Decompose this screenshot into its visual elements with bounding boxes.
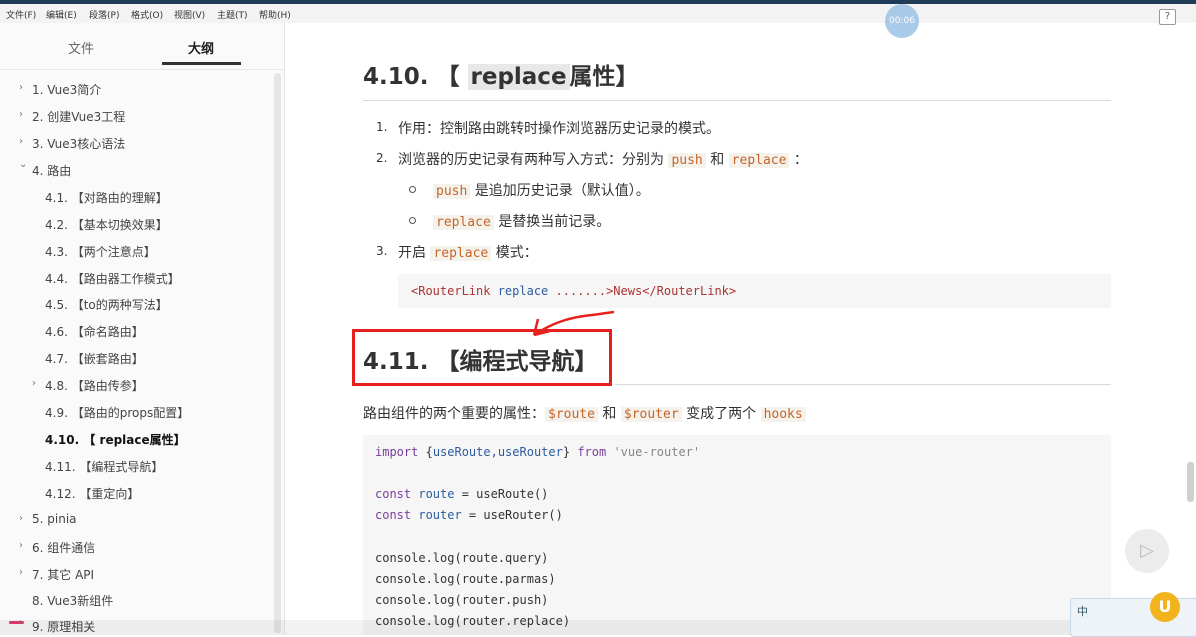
chevron-right-icon[interactable]: ›	[19, 109, 23, 120]
outline-item[interactable]: 4.3. 【两个注意点】	[45, 243, 156, 260]
outline-item[interactable]: 4. 路由	[32, 162, 71, 179]
menu-paragraph[interactable]: 段落(P)	[89, 8, 119, 21]
editor-content: 4.10. 【 replace 属性】 1. 作用：控制路由跳转时操作浏览器历史记…	[285, 23, 1196, 635]
chevron-right-icon[interactable]: ›	[19, 82, 23, 93]
outline-item[interactable]: 4.6. 【命名路由】	[45, 323, 144, 340]
list-number: 3.	[376, 244, 388, 258]
paragraph: 路由组件的两个重要的属性： $route 和 $router 变成了两个 hook…	[363, 403, 806, 423]
heading-rule	[363, 100, 1111, 101]
outline-item[interactable]: 5. pinia	[32, 512, 77, 526]
bullet-icon	[409, 217, 416, 224]
list-item: 浏览器的历史记录有两种写入方式：分别为 push 和 replace ：	[398, 152, 808, 168]
menu-edit[interactable]: 编辑(E)	[46, 8, 77, 21]
video-control-bar	[0, 620, 1196, 635]
menu-help[interactable]: 帮助(H)	[259, 8, 291, 21]
outline-item-active[interactable]: 4.10. 【 replace属性】	[45, 431, 186, 448]
outline-item[interactable]: 4.12. 【重定向】	[45, 485, 139, 502]
bullet-icon	[409, 186, 416, 193]
heading-replace: 4.10. 【 replace 属性】	[363, 64, 639, 90]
menu-view[interactable]: 视图(V)	[174, 8, 205, 21]
outline-item[interactable]: 4.5. 【to的两种写法】	[45, 296, 168, 313]
outline-item[interactable]: 4.8. 【路由传参】	[45, 377, 144, 394]
menu-file[interactable]: 文件(F)	[6, 8, 36, 21]
heading-programmatic-nav: 4.11. 【编程式导航】	[363, 349, 598, 375]
menu-theme[interactable]: 主题(T)	[217, 8, 248, 21]
code-attr: replace	[497, 284, 549, 298]
chevron-right-icon[interactable]: ›	[32, 378, 36, 389]
list-number: 2.	[376, 151, 388, 165]
menubar: 文件(F) 编辑(E) 段落(P) 格式(O) 视图(V) 主题(T) 帮助(H…	[0, 4, 1196, 25]
outline-item[interactable]: 4.4. 【路由器工作模式】	[45, 270, 180, 287]
chevron-right-icon[interactable]: ›	[19, 540, 23, 551]
watermark-logo-icon: U	[1150, 592, 1180, 622]
list-number: 1.	[376, 120, 388, 134]
play-icon[interactable]: ▷	[1125, 529, 1169, 573]
code-tag: <RouterLink	[411, 284, 498, 298]
chevron-down-icon[interactable]: ⌄	[19, 159, 27, 170]
code-block[interactable]: import {useRoute,useRouter} from 'vue-ro…	[363, 435, 1111, 635]
active-tab-indicator	[162, 62, 241, 65]
annotation-arrow-icon	[532, 310, 615, 337]
outline-item[interactable]: 7. 其它 API	[32, 566, 94, 583]
outline-item[interactable]: 3. Vue3核心语法	[32, 135, 125, 152]
sidebar: 文件 大纲 › 1. Vue3简介 › 2. 创建Vue3工程 › 3. Vue…	[0, 23, 285, 635]
chevron-right-icon[interactable]: ›	[19, 513, 23, 524]
sub-list-item: replace 是替换当前记录。	[433, 211, 610, 231]
content-scrollbar[interactable]	[1187, 462, 1194, 502]
outline-item[interactable]: 4.2. 【基本切换效果】	[45, 216, 168, 233]
outline-item[interactable]: 4.9. 【路由的props配置】	[45, 404, 189, 421]
outline-item[interactable]: 8. Vue3新组件	[32, 592, 113, 609]
sidebar-scrollbar[interactable]	[274, 73, 281, 633]
outline-item[interactable]: 2. 创建Vue3工程	[32, 108, 125, 125]
list-item: 开启 replace 模式：	[398, 245, 538, 261]
tab-outline[interactable]: 大纲	[188, 38, 214, 57]
chevron-right-icon[interactable]: ›	[19, 136, 23, 147]
outline-item[interactable]: 4.11. 【编程式导航】	[45, 458, 163, 475]
sub-list-item: push 是追加历史记录（默认值）。	[433, 180, 650, 200]
tab-files[interactable]: 文件	[68, 38, 94, 57]
ime-mode-label: 中	[1077, 605, 1088, 618]
list-item: 作用：控制路由跳转时操作浏览器历史记录的模式。	[398, 121, 720, 137]
outline-item[interactable]: 4.7. 【嵌套路由】	[45, 350, 144, 367]
chevron-right-icon[interactable]: ›	[19, 567, 23, 578]
sidebar-divider	[0, 69, 284, 70]
code-tag: .......>News</RouterLink>	[548, 284, 737, 298]
outline-item[interactable]: 4.1. 【对路由的理解】	[45, 189, 168, 206]
menu-format[interactable]: 格式(O)	[131, 8, 163, 21]
outline-item[interactable]: 6. 组件通信	[32, 539, 95, 556]
outline-item[interactable]: 1. Vue3简介	[32, 81, 101, 98]
heading-rule	[615, 384, 1111, 385]
code-block[interactable]: <RouterLink replace .......>News</Router…	[398, 274, 1111, 308]
